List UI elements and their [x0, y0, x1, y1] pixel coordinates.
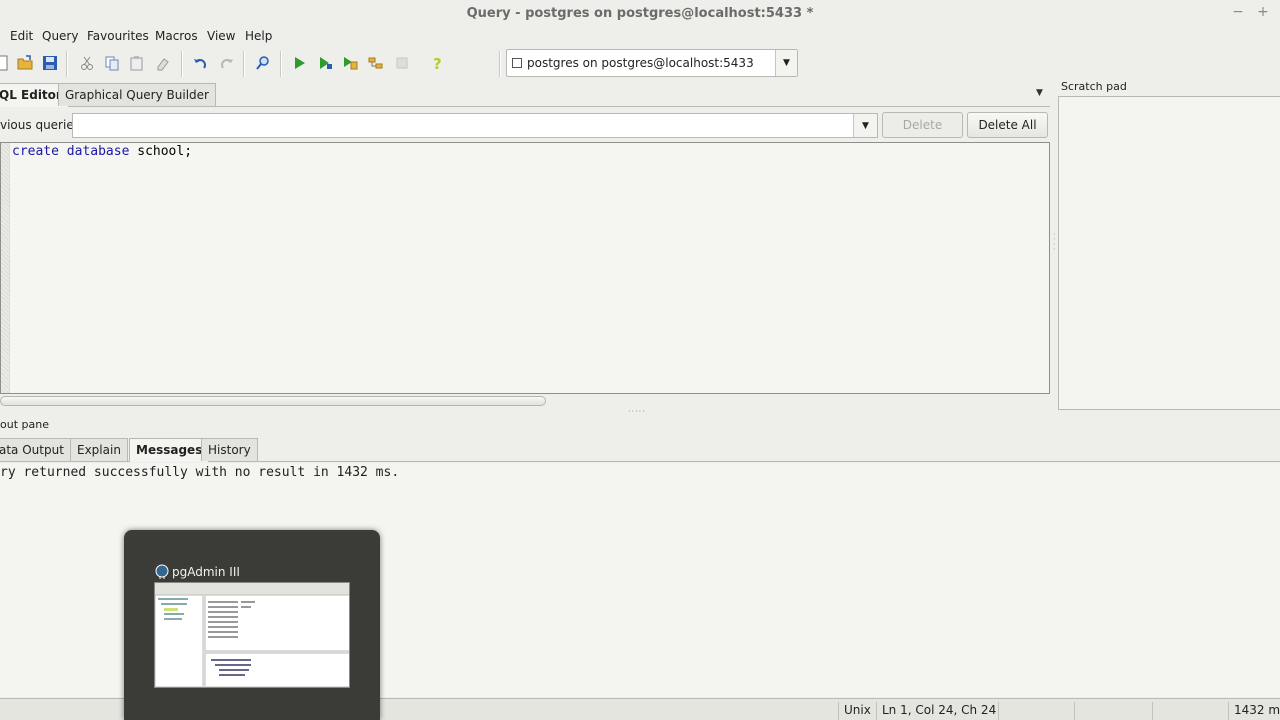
splitter-grip-icon: ····· [628, 407, 646, 416]
status-elapsed-time: 1432 ms [1228, 702, 1280, 720]
tab-history[interactable]: History [201, 438, 258, 461]
postgres-elephant-icon [154, 564, 170, 580]
toolbar-separator [66, 51, 68, 77]
tab-list-dropdown-icon[interactable]: ▼ [1036, 88, 1043, 98]
status-empty-cell [998, 702, 1074, 720]
undo-icon[interactable] [192, 55, 208, 71]
clear-icon[interactable] [155, 55, 171, 71]
scrollbar-thumb[interactable] [0, 396, 546, 406]
output-tabstrip: ata Output Explain Messages History [0, 438, 1280, 462]
window-title: Query - postgres on postgres@localhost:5… [466, 6, 814, 21]
splitter-grip-icon: · · · · [1053, 230, 1056, 254]
cancel-icon[interactable] [394, 55, 410, 71]
chevron-down-icon[interactable]: ▼ [853, 114, 877, 137]
menu-bar: Edit Query Favourites Macros View Help [0, 28, 1280, 48]
horizontal-splitter[interactable]: ····· [0, 407, 1280, 416]
delete-button[interactable]: Delete [882, 112, 963, 138]
menu-help[interactable]: Help [245, 29, 272, 43]
toolbar-separator [280, 51, 282, 77]
find-icon[interactable] [255, 55, 271, 71]
menu-edit[interactable]: Edit [10, 29, 33, 43]
minimize-button[interactable]: − [1230, 4, 1246, 20]
tab-messages[interactable]: Messages [129, 438, 210, 462]
previous-queries-select[interactable]: ▼ [72, 113, 878, 138]
help-icon[interactable]: ? [430, 55, 446, 71]
svg-text:?: ? [433, 55, 442, 71]
title-bar: Query - postgres on postgres@localhost:5… [0, 0, 1280, 28]
menu-query[interactable]: Query [42, 29, 78, 43]
tab-graphical-query-builder[interactable]: Graphical Query Builder [58, 83, 216, 106]
delete-all-button[interactable]: Delete All [967, 112, 1048, 138]
sql-editor[interactable]: create database school; [0, 142, 1050, 394]
maximize-button[interactable]: + [1255, 4, 1271, 20]
copy-icon[interactable] [104, 55, 120, 71]
cut-icon[interactable] [79, 55, 95, 71]
menu-favourites[interactable]: Favourites [87, 29, 149, 43]
query-result-message: ry returned successfully with no result … [0, 465, 400, 480]
connection-color-swatch [512, 58, 522, 68]
menu-view[interactable]: View [207, 29, 235, 43]
status-empty-cell [1152, 702, 1228, 720]
editor-horizontal-scrollbar[interactable] [0, 395, 1050, 407]
status-empty-cell [1074, 702, 1152, 720]
execute-icon[interactable] [291, 55, 307, 71]
tab-data-output[interactable]: ata Output [0, 438, 71, 461]
toolbar-grip[interactable] [499, 51, 501, 77]
connection-select[interactable]: postgres on postgres@localhost:5433 ▼ [506, 49, 798, 77]
new-file-icon[interactable] [0, 55, 10, 71]
status-line-ending: Unix [838, 702, 876, 720]
sql-text: school; [129, 144, 193, 159]
editor-margin [1, 143, 10, 393]
toolbar-separator [243, 51, 245, 77]
sql-keyword: create [12, 144, 59, 159]
task-switcher-popup[interactable]: pgAdmin III [124, 530, 380, 720]
sql-keyword: database [66, 144, 130, 159]
previous-queries-label: vious queries [0, 118, 80, 132]
explain-icon[interactable] [368, 55, 384, 71]
execute-pgscript-icon[interactable] [317, 55, 333, 71]
window-thumbnail[interactable] [154, 582, 350, 688]
scratch-pad-textarea[interactable] [1058, 96, 1280, 410]
toolbar-separator [181, 51, 183, 77]
tab-explain[interactable]: Explain [70, 438, 128, 461]
redo-icon[interactable] [219, 55, 235, 71]
paste-icon[interactable] [129, 55, 145, 71]
sql-tabstrip: QL Editor Graphical Query Builder [0, 83, 1050, 107]
connection-value: postgres on postgres@localhost:5433 [527, 56, 754, 70]
menu-macros[interactable]: Macros [155, 29, 198, 43]
execute-to-file-icon[interactable] [342, 55, 358, 71]
status-cursor-position: Ln 1, Col 24, Ch 24 [876, 702, 998, 720]
scratch-pad-title: Scratch pad [1061, 80, 1127, 93]
chevron-down-icon[interactable]: ▼ [775, 50, 797, 76]
switcher-app-title: pgAdmin III [172, 565, 240, 579]
save-icon[interactable] [42, 55, 58, 71]
open-icon[interactable] [17, 55, 33, 71]
output-pane-title: out pane [0, 418, 49, 431]
sql-code-line[interactable]: create database school; [12, 144, 192, 159]
